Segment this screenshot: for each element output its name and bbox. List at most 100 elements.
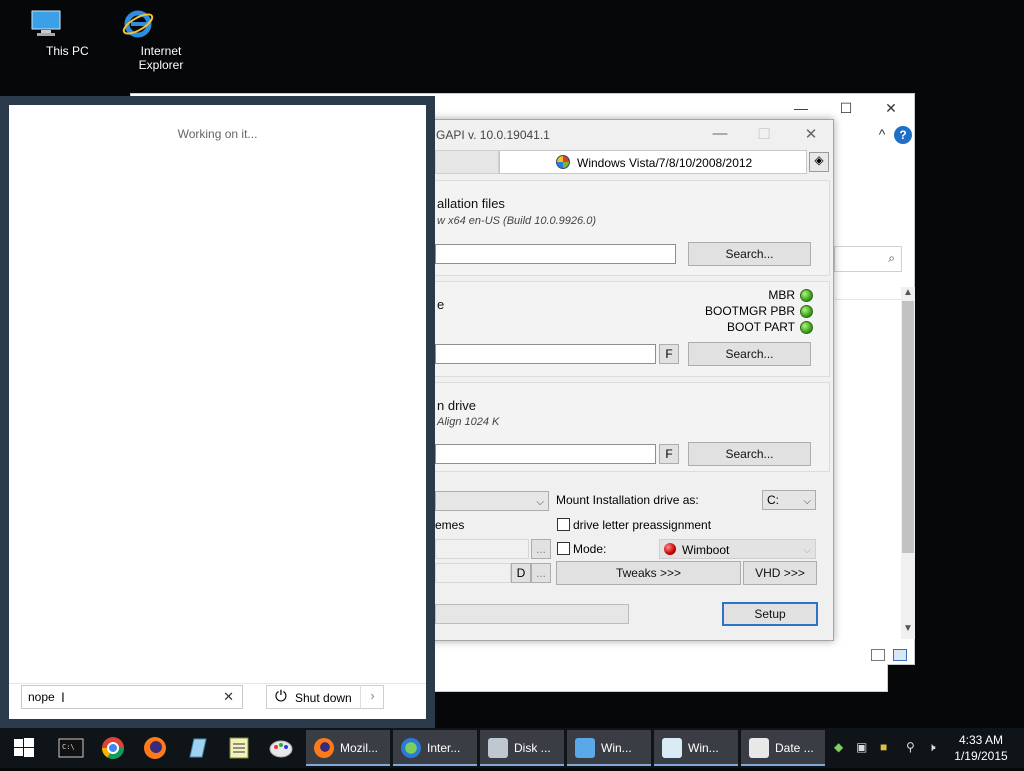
taskbar-item-label: Win... [601,741,632,755]
disk-management-icon [488,738,508,758]
boot-part-status-icon [800,321,813,334]
maximize-button[interactable]: ☐ [831,100,861,117]
start-search-input[interactable]: nope I ✕ [21,685,243,709]
dialog-minimize-button[interactable]: — [705,125,735,142]
close-button[interactable]: ✕ [876,100,906,117]
progress-bar [435,604,629,624]
install-drive-format-button[interactable]: F [659,444,679,464]
computer-icon [29,8,63,40]
os-version-label: Windows Vista/7/8/10/2008/2012 [577,156,753,170]
themes-path-input[interactable] [435,539,529,559]
taskbar-item-win-2[interactable]: Win... [654,730,738,766]
dialog-title: GAPI v. 10.0.19041.1 [436,128,550,142]
search-results-area: Working on it... [9,105,426,719]
install-drive-path-input[interactable] [435,444,656,464]
taskbar-item-label: Mozil... [340,741,379,755]
chevron-right-icon: › [370,688,375,703]
clock-date: 1/19/2015 [954,749,1008,763]
paint-icon[interactable] [266,733,296,763]
chrome-icon[interactable] [98,733,128,763]
search-query-value: nope [28,690,55,704]
drivers-browse-button[interactable]: ... [531,563,551,583]
desktop-icon-this-pc[interactable]: This PC [0,8,92,58]
clear-search-icon[interactable]: ✕ [223,689,234,705]
help-icon[interactable]: ? [894,126,912,144]
edit-options-icon[interactable]: ◈ [809,152,829,172]
chevron-down-icon: ⌵ [536,497,544,508]
mode-value: Wimboot [682,543,730,557]
drivers-d-button[interactable]: D [511,563,531,583]
drivers-path-input[interactable] [435,563,511,583]
drive-letter-checkbox[interactable] [557,518,570,531]
shutdown-label: Shut down [295,691,352,705]
setup-button[interactable]: Setup [722,602,818,626]
usb-tray-icon[interactable]: ⚲ [906,740,915,754]
mount-label: Mount Installation drive as: [556,493,699,507]
file-icon [662,738,682,758]
taskbar-item-firefox[interactable]: Mozil... [306,730,390,766]
firefox-icon[interactable] [140,733,170,763]
cmd-icon[interactable]: C:\ [56,733,86,763]
app-icon[interactable] [182,733,212,763]
chevron-down-icon: ⌵ [803,496,811,507]
start-button[interactable] [0,728,48,768]
boot-drive-format-button[interactable]: F [659,344,679,364]
dialog-close-button[interactable]: ✕ [796,125,826,143]
taskbar-clock[interactable]: 4:33 AM 1/19/2015 [948,732,1014,764]
install-files-subtitle: w x64 en-US (Build 10.0.9926.0) [437,215,596,227]
boot-part-label: BOOT PART [726,320,795,334]
details-view-icon[interactable] [871,649,885,661]
mode-select[interactable]: Wimboot ⌵ [659,539,816,559]
svg-text:C:\: C:\ [62,743,75,751]
network-globe-icon [401,738,421,758]
vhd-button[interactable]: VHD >>> [743,561,817,585]
color-tray-icon[interactable]: ■ [880,740,887,754]
os-tab[interactable] [435,150,499,174]
taskbar-item-internet[interactable]: Inter... [393,730,477,766]
scrollbar-thumb[interactable] [902,301,914,553]
install-drive-search-button[interactable]: Search... [688,442,811,466]
boot-drive-search-button[interactable]: Search... [688,342,811,366]
volume-mute-icon[interactable]: 🕨 [928,740,936,755]
scroll-down-icon[interactable]: ▼ [901,623,915,634]
taskbar-item-date[interactable]: Date ... [741,730,825,766]
mount-drive-select[interactable]: C: ⌵ [762,490,816,510]
drive-letter-label: drive letter preassignment [573,518,712,532]
large-icons-view-icon[interactable] [893,649,907,661]
themes-browse-button[interactable]: ... [531,539,551,559]
boot-drive-group: e MBR BOOTMGR PBR BOOT PART F Search... [434,281,830,377]
search-status-text: Working on it... [177,127,258,141]
install-files-path-input[interactable] [435,244,676,264]
shutdown-options-button[interactable]: › [360,685,384,709]
bootmgr-label: BOOTMGR PBR [704,304,795,318]
edition-select[interactable]: ⌵ [435,491,549,511]
collapse-ribbon-button[interactable]: ^ [867,126,897,142]
mbr-label: MBR [768,288,795,302]
taskbar-item-disk[interactable]: Disk ... [480,730,564,766]
install-files-search-button[interactable]: Search... [688,242,811,266]
mode-checkbox[interactable] [557,542,570,555]
explorer-search-input[interactable]: ⌕ [834,246,902,272]
mode-label: Mode: [573,542,607,556]
install-files-group: allation files w x64 en-US (Build 10.0.9… [434,180,830,276]
install-drive-title: n drive [437,398,477,413]
network-tray-icon[interactable]: ◆ [834,740,843,754]
boot-drive-path-input[interactable] [435,344,656,364]
mount-drive-value: C: [767,493,779,507]
tweaks-button[interactable]: Tweaks >>> [556,561,741,585]
explorer-divider [835,299,901,300]
internet-explorer-icon [121,8,155,40]
display-tray-icon[interactable]: ▣ [856,740,867,754]
explorer-scrollbar[interactable]: ▲ ▼ [901,287,915,639]
power-icon: ⏻ [275,688,287,705]
taskbar-item-label: Disk ... [514,741,551,755]
desktop-icon-internet-explorer[interactable]: Internet Explorer [92,8,184,72]
minimize-button[interactable]: — [786,100,816,116]
dialog-maximize-button[interactable]: ☐ [749,125,779,143]
scroll-up-icon[interactable]: ▲ [901,287,915,298]
text-cursor-icon: I [61,689,65,705]
taskbar-item-win-1[interactable]: Win... [567,730,651,766]
desktop-icon-label: This PC [46,44,89,58]
os-version-selector[interactable]: Windows Vista/7/8/10/2008/2012 [499,150,807,174]
notepad-icon[interactable] [224,733,254,763]
